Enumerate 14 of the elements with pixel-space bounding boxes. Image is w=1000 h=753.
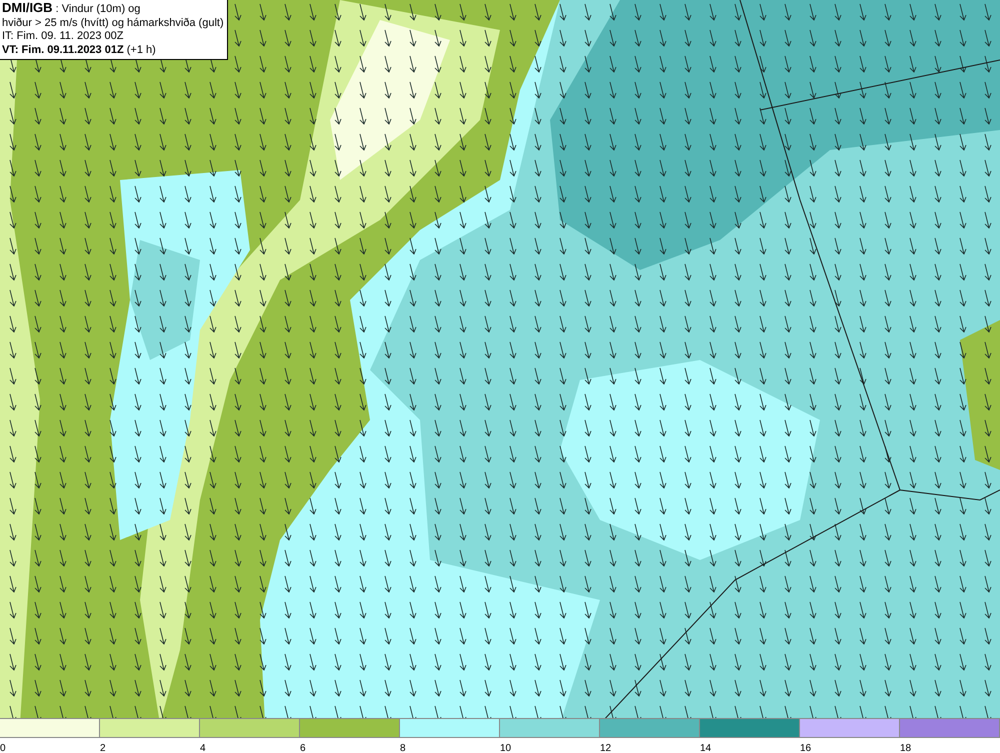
- title-line: hviður > 25 m/s (hvítt) og hámarkshviða (gult): [2, 16, 224, 30]
- scale-label: 2: [100, 743, 106, 753]
- scale-label: 8: [400, 743, 406, 753]
- scale-label: 14: [700, 743, 712, 753]
- scale-label: 4: [200, 743, 206, 753]
- title-line: DMI/IGB : Vindur (10m) og: [2, 1, 142, 16]
- scale-label: 0: [0, 743, 6, 753]
- scale-label: 10: [500, 743, 512, 753]
- title-line: VT: Fim. 09.11.2023 01Z (+1 h): [2, 44, 157, 57]
- scale-label: 6: [300, 743, 306, 753]
- scale-label: 16: [800, 743, 812, 753]
- title-line: IT: Fim. 09. 11. 2023 00Z: [2, 30, 124, 44]
- scale-label: 18: [900, 743, 912, 753]
- scale-label: 12: [600, 743, 612, 753]
